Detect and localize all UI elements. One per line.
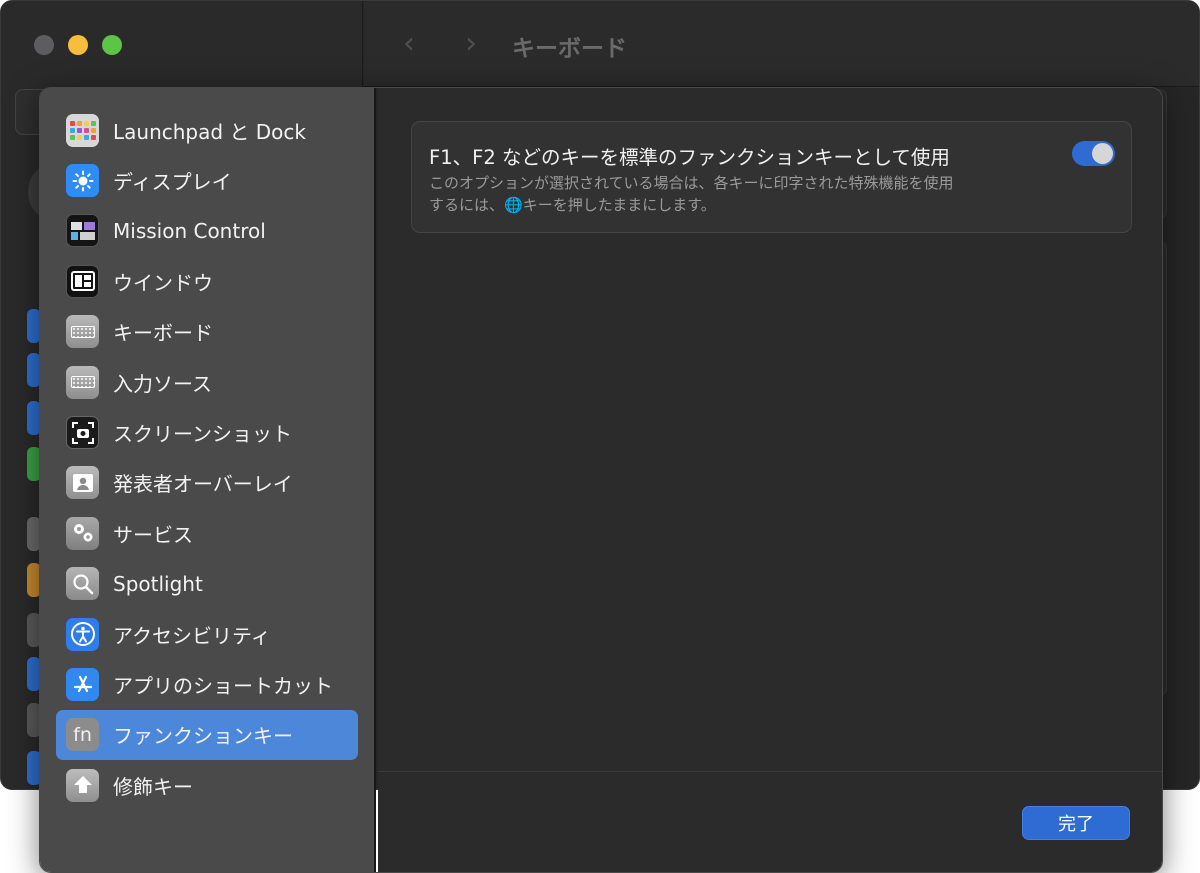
option-description-line1: このオプションが選択されている場合は、各キーに印字された特殊機能を使用 bbox=[429, 174, 954, 192]
sidebar-item-label: 発表者オーバーレイ bbox=[113, 472, 293, 497]
sidebar-item-accessibility[interactable]: アクセシビリティ bbox=[56, 609, 358, 659]
minimize-window-button[interactable] bbox=[68, 35, 88, 55]
sidebar-item-label: Launchpad と Dock bbox=[113, 119, 306, 144]
keyboard-shortcuts-sheet: Launchpad と Dock ディスプレイ Mission Control … bbox=[39, 87, 1163, 873]
keyboard-icon bbox=[66, 315, 99, 349]
sidebar-item-label: アプリのショートカット bbox=[113, 673, 333, 698]
done-button[interactable]: 完了 bbox=[1022, 806, 1130, 840]
sidebar-item-input-sources[interactable]: 入力ソース bbox=[56, 357, 358, 407]
option-description-line2-suffix: キーを押したままにします。 bbox=[522, 196, 716, 214]
accessibility-icon bbox=[66, 617, 99, 651]
sidebar-item-window[interactable]: ウインドウ bbox=[56, 256, 358, 306]
modifier-keys-icon bbox=[66, 768, 99, 802]
close-window-button[interactable] bbox=[34, 35, 54, 55]
sidebar-item-label: アクセシビリティ bbox=[113, 623, 271, 648]
globe-key-icon: 🌐 bbox=[504, 196, 523, 214]
sidebar-item-modifier-keys[interactable]: 修飾キー bbox=[56, 760, 358, 810]
sidebar-item-app-shortcuts[interactable]: アプリのショートカット bbox=[56, 659, 358, 709]
display-icon bbox=[66, 164, 99, 198]
sidebar-item-function-keys[interactable]: fn ファンクションキー bbox=[56, 709, 358, 761]
back-button[interactable]: ‹ bbox=[394, 27, 424, 61]
toolbar-title: キーボード bbox=[512, 36, 627, 62]
standard-function-keys-toggle[interactable] bbox=[1072, 141, 1115, 166]
mission-control-icon bbox=[66, 214, 99, 248]
option-title: F1、F2 などのキーを標準のファンクションキーとして使用 bbox=[429, 146, 950, 169]
sidebar-item-display[interactable]: ディスプレイ bbox=[56, 155, 358, 205]
sidebar-item-mission-control[interactable]: Mission Control bbox=[56, 206, 358, 256]
input-source-icon bbox=[66, 365, 99, 399]
zoom-window-button[interactable] bbox=[102, 35, 122, 55]
function-keys-pane: F1、F2 などのキーを標準のファンクションキーとして使用 このオプションが選択… bbox=[378, 88, 1162, 872]
spotlight-icon bbox=[66, 567, 99, 601]
background-toolbar: ‹ › キーボード bbox=[364, 1, 1199, 87]
sidebar-item-services[interactable]: サービス bbox=[56, 508, 358, 558]
fn-icon: fn bbox=[66, 718, 99, 752]
sidebar-item-label: スクリーンショット bbox=[113, 422, 292, 447]
forward-button[interactable]: › bbox=[456, 27, 486, 61]
option-description-line2-prefix: するには、 bbox=[429, 196, 505, 214]
services-icon bbox=[66, 516, 99, 550]
shortcut-category-list: Launchpad と Dock ディスプレイ Mission Control … bbox=[56, 105, 358, 810]
sidebar-item-label: 修飾キー bbox=[113, 774, 193, 799]
shortcuts-sidebar: Launchpad と Dock ディスプレイ Mission Control … bbox=[40, 88, 376, 872]
sidebar-item-label: Mission Control bbox=[113, 218, 266, 243]
sidebar-item-spotlight[interactable]: Spotlight bbox=[56, 559, 358, 609]
option-description: このオプションが選択されている場合は、各キーに印字された特殊機能を使用 するには… bbox=[429, 172, 1039, 216]
sidebar-item-label: キーボード bbox=[113, 321, 213, 346]
toggle-knob bbox=[1092, 143, 1113, 164]
sidebar-item-keyboard[interactable]: キーボード bbox=[56, 307, 358, 357]
screenshot-icon bbox=[66, 416, 99, 450]
sidebar-item-presenter-overlay[interactable]: 発表者オーバーレイ bbox=[56, 458, 358, 508]
function-keys-option-card: F1、F2 などのキーを標準のファンクションキーとして使用 このオプションが選択… bbox=[411, 121, 1132, 233]
sidebar-item-label: ディスプレイ bbox=[113, 170, 232, 195]
sidebar-item-label: サービス bbox=[113, 522, 193, 547]
sidebar-item-label: 入力ソース bbox=[113, 371, 212, 396]
sidebar-item-label: Spotlight bbox=[113, 571, 203, 596]
window-icon bbox=[66, 264, 99, 298]
app-shortcuts-icon bbox=[66, 667, 99, 701]
footer-divider bbox=[378, 771, 1162, 772]
presenter-overlay-icon bbox=[66, 466, 99, 500]
sidebar-item-screenshot[interactable]: スクリーンショット bbox=[56, 407, 358, 457]
sidebar-item-label: ウインドウ bbox=[113, 270, 213, 295]
sidebar-item-launchpad-dock[interactable]: Launchpad と Dock bbox=[56, 105, 358, 155]
launchpad-icon bbox=[66, 113, 99, 147]
sidebar-item-label: ファンクションキー bbox=[113, 724, 293, 749]
